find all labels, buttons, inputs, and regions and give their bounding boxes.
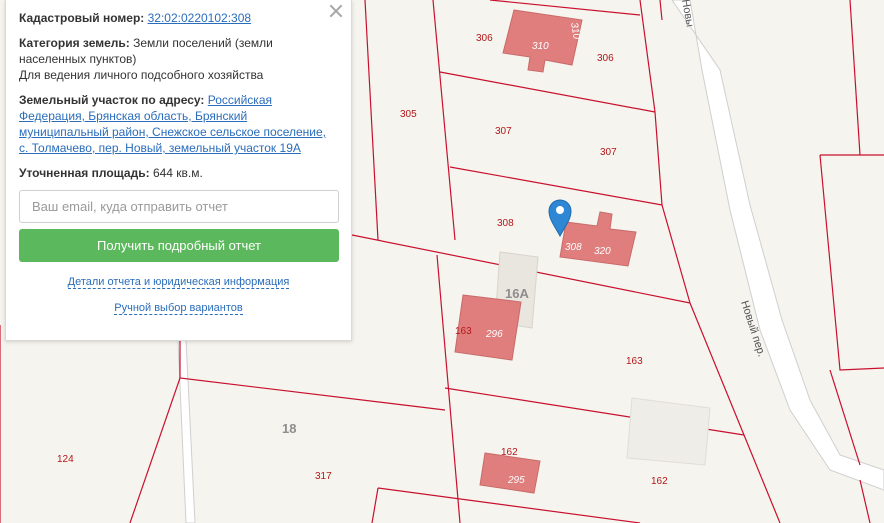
address-label: Земельный участок по адресу: <box>19 93 205 107</box>
svg-text:124: 124 <box>57 454 74 465</box>
parcel-info-panel: Кадастровый номер: 32:02:0220102:308 Кат… <box>5 0 352 341</box>
svg-text:295: 295 <box>507 475 525 486</box>
report-details-link-wrap: Детали отчета и юридическая информация <box>19 276 338 289</box>
land-usage: Для ведения личного подсобного хозяйства <box>19 68 264 82</box>
svg-text:307: 307 <box>495 126 512 137</box>
svg-text:317: 317 <box>315 471 332 482</box>
land-category-label: Категория земель: <box>19 36 130 50</box>
svg-text:16А: 16А <box>505 286 529 301</box>
get-report-button[interactable]: Получить подробный отчет <box>19 229 339 262</box>
report-details-link[interactable]: Детали отчета и юридическая информация <box>67 276 290 289</box>
manual-select-link[interactable]: Ручной выбор вариантов <box>114 302 243 315</box>
svg-text:296: 296 <box>485 329 503 340</box>
svg-text:307: 307 <box>600 147 617 158</box>
svg-text:310: 310 <box>532 41 549 52</box>
cadastral-number-link[interactable]: 32:02:0220102:308 <box>148 11 251 25</box>
cadastral-number-label: Кадастровый номер: <box>19 11 145 25</box>
svg-text:306: 306 <box>597 53 614 64</box>
area-row: Уточненная площадь: 644 кв.м. <box>19 165 338 181</box>
svg-text:308: 308 <box>497 218 514 229</box>
svg-text:308: 308 <box>565 242 582 253</box>
svg-text:18: 18 <box>282 421 296 436</box>
close-icon[interactable] <box>329 4 343 18</box>
address-row: Земельный участок по адресу: Российская … <box>19 92 338 156</box>
svg-text:162: 162 <box>501 447 518 458</box>
svg-text:306: 306 <box>476 33 493 44</box>
unregistered-buildings <box>494 251 711 466</box>
svg-text:305: 305 <box>400 109 417 120</box>
land-category-row: Категория земель: Земли поселений (земли… <box>19 35 338 83</box>
svg-text:320: 320 <box>594 246 611 257</box>
svg-text:Новы: Новы <box>679 0 696 28</box>
area-value: 644 кв.м. <box>152 166 203 180</box>
svg-text:163: 163 <box>455 326 472 337</box>
area-label: Уточненная площадь: <box>19 166 150 180</box>
email-input[interactable] <box>19 190 339 223</box>
cadastral-number-row: Кадастровый номер: 32:02:0220102:308 <box>19 10 338 26</box>
svg-text:162: 162 <box>651 476 668 487</box>
manual-select-link-wrap: Ручной выбор вариантов <box>19 302 338 315</box>
svg-text:163: 163 <box>626 356 643 367</box>
